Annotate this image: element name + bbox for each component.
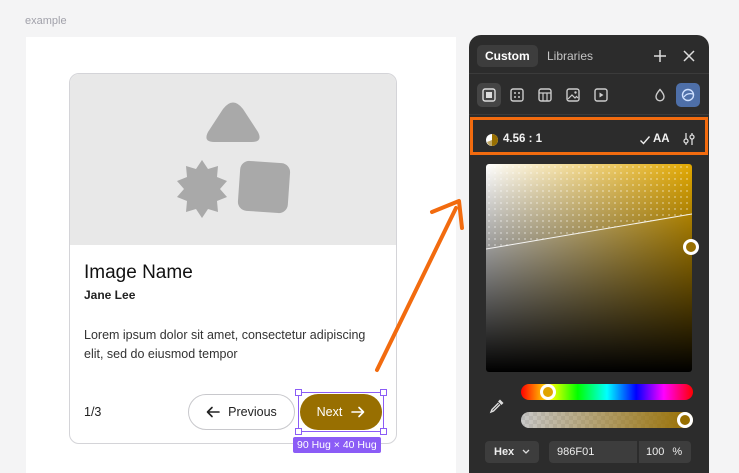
alpha-unit: % <box>672 446 683 458</box>
gradient-fill-icon[interactable] <box>505 83 529 107</box>
eyedropper-icon[interactable] <box>488 397 508 417</box>
solid-fill-icon[interactable] <box>477 83 501 107</box>
next-button[interactable]: Next <box>300 394 382 430</box>
hex-input[interactable] <box>549 441 637 463</box>
color-format-select[interactable]: Hex <box>485 441 539 463</box>
image-card: Image Name Jane Lee Lorem ipsum dolor si… <box>69 73 397 444</box>
image-fill-icon[interactable] <box>561 83 585 107</box>
card-title: Image Name <box>84 262 193 283</box>
color-field-knob[interactable] <box>683 239 699 255</box>
image-placeholder <box>70 74 396 245</box>
drop-icon[interactable] <box>648 83 672 107</box>
divider <box>469 73 709 74</box>
chevron-down-icon <box>522 449 530 454</box>
contrast-threshold-line <box>486 213 692 250</box>
check-icon <box>640 136 651 145</box>
card-description: Lorem ipsum dolor sit amet, consectetur … <box>84 328 366 361</box>
contrast-icon[interactable] <box>676 83 700 107</box>
alpha-value: 100 <box>646 446 665 458</box>
contrast-level: AA <box>653 133 670 145</box>
canvas-label: example <box>25 15 67 27</box>
sliders-icon[interactable] <box>681 131 699 149</box>
color-picker-panel: Custom Libraries 4.56 : 1 AA Hex 986F01 … <box>469 35 709 473</box>
selection-size-badge: 90 Hug × 40 Hug <box>293 437 381 453</box>
contrast-ratio: 4.56 : 1 <box>503 133 542 145</box>
opacity-slider[interactable] <box>521 412 693 428</box>
resize-handle[interactable] <box>380 428 387 435</box>
plus-icon[interactable] <box>650 46 670 66</box>
card-author: Jane Lee <box>84 288 136 302</box>
resize-handle[interactable] <box>380 389 387 396</box>
opacity-slider-knob[interactable] <box>677 412 693 428</box>
previous-button-label: Previous <box>228 405 277 419</box>
pagination-indicator: 1/3 <box>84 405 102 419</box>
alpha-input[interactable]: 100 % <box>639 441 691 463</box>
resize-handle[interactable] <box>295 389 302 396</box>
arrow-right-icon <box>351 406 365 418</box>
close-icon[interactable] <box>679 46 699 66</box>
pattern-fill-icon[interactable] <box>533 83 557 107</box>
hue-slider-knob[interactable] <box>540 384 556 400</box>
contrast-preview-icon <box>486 134 498 146</box>
opacity-gradient <box>521 412 693 428</box>
next-button-label: Next <box>316 405 343 419</box>
divider <box>469 114 709 115</box>
arrow-left-icon <box>206 406 220 418</box>
resize-handle[interactable] <box>295 428 302 435</box>
color-format-label: Hex <box>494 446 515 458</box>
tab-libraries[interactable]: Libraries <box>539 45 601 67</box>
previous-button[interactable]: Previous <box>188 394 295 430</box>
tab-custom[interactable]: Custom <box>477 45 538 67</box>
video-fill-icon[interactable] <box>589 83 613 107</box>
saturation-brightness-field[interactable] <box>486 164 692 372</box>
placeholder-shapes-icon <box>177 102 291 218</box>
